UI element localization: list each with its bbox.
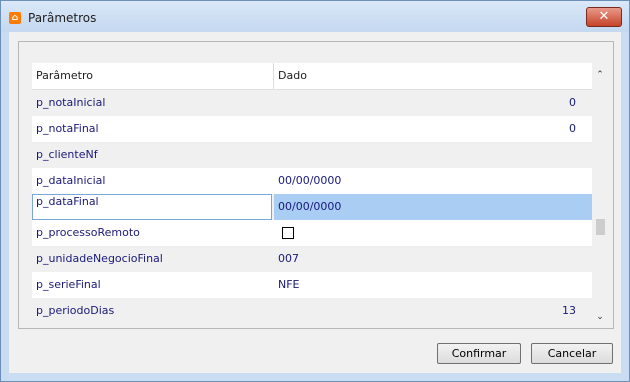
grid-rows: p_notaInicial 0 p_notaFinal 0 p_clienteN… bbox=[32, 90, 592, 324]
confirm-button[interactable]: Confirmar bbox=[437, 343, 521, 364]
param-value-cell[interactable] bbox=[274, 142, 592, 168]
param-name-cell: p_dataInicial bbox=[36, 174, 106, 187]
param-value-cell[interactable]: 00/00/0000 bbox=[274, 194, 592, 220]
parameters-window: ⌂ Parâmetros ✕ Parâmetro Dado p_notaInic… bbox=[0, 0, 630, 382]
close-button[interactable]: ✕ bbox=[586, 7, 622, 27]
table-row[interactable]: p_processoRemoto bbox=[32, 220, 592, 246]
parameters-grid: Parâmetro Dado p_notaInicial 0 p_notaFin… bbox=[32, 63, 608, 324]
param-name-cell: p_processoRemoto bbox=[36, 226, 140, 239]
table-row[interactable]: p_unidadeNegocioFinal 007 bbox=[32, 246, 592, 272]
parameters-group: Parâmetro Dado p_notaInicial 0 p_notaFin… bbox=[18, 41, 614, 329]
vertical-scrollbar[interactable]: ⌃ ⌄ bbox=[592, 63, 608, 324]
table-row[interactable]: p_periodoDias 13 bbox=[32, 298, 592, 324]
param-value-cell[interactable]: 00/00/0000 bbox=[274, 168, 592, 194]
param-value-cell[interactable]: 0 bbox=[274, 116, 592, 142]
table-row[interactable]: p_serieFinal NFE bbox=[32, 272, 592, 298]
param-value-cell[interactable]: 13 bbox=[274, 298, 592, 324]
param-name-cell: p_notaFinal bbox=[36, 122, 99, 135]
scroll-down-icon[interactable]: ⌄ bbox=[592, 309, 608, 324]
grid-header: Parâmetro Dado bbox=[32, 63, 592, 90]
param-name-cell: p_clienteNf bbox=[36, 148, 98, 161]
table-row[interactable]: p_notaFinal 0 bbox=[32, 116, 592, 142]
cancel-button[interactable]: Cancelar bbox=[531, 343, 613, 364]
param-name-cell: p_notaInicial bbox=[36, 96, 106, 109]
param-value-cell[interactable]: NFE bbox=[274, 272, 592, 298]
table-row-selected[interactable]: p_dataFinal 00/00/0000 bbox=[32, 194, 592, 220]
table-row[interactable]: p_clienteNf bbox=[32, 142, 592, 168]
title-bar[interactable]: ⌂ Parâmetros ✕ bbox=[1, 1, 629, 32]
param-name-cell: p_periodoDias bbox=[36, 304, 115, 317]
column-header-dado[interactable]: Dado bbox=[274, 63, 592, 89]
param-name-cell: p_dataFinal bbox=[32, 194, 272, 220]
param-value-cell[interactable]: 007 bbox=[274, 246, 592, 272]
column-header-parametro[interactable]: Parâmetro bbox=[32, 63, 274, 89]
table-row[interactable]: p_notaInicial 0 bbox=[32, 90, 592, 116]
param-value-cell[interactable]: 0 bbox=[274, 90, 592, 116]
app-logo-icon: ⌂ bbox=[9, 12, 21, 24]
scrollbar-thumb[interactable] bbox=[596, 219, 605, 235]
table-row[interactable]: p_dataInicial 00/00/0000 bbox=[32, 168, 592, 194]
scroll-up-icon[interactable]: ⌃ bbox=[592, 67, 608, 83]
param-name-cell: p_serieFinal bbox=[36, 278, 101, 291]
param-name-cell: p_unidadeNegocioFinal bbox=[36, 252, 163, 265]
processo-remoto-checkbox[interactable] bbox=[282, 227, 294, 239]
window-title: Parâmetros bbox=[28, 11, 97, 25]
dialog-body: Parâmetro Dado p_notaInicial 0 p_notaFin… bbox=[9, 32, 621, 373]
